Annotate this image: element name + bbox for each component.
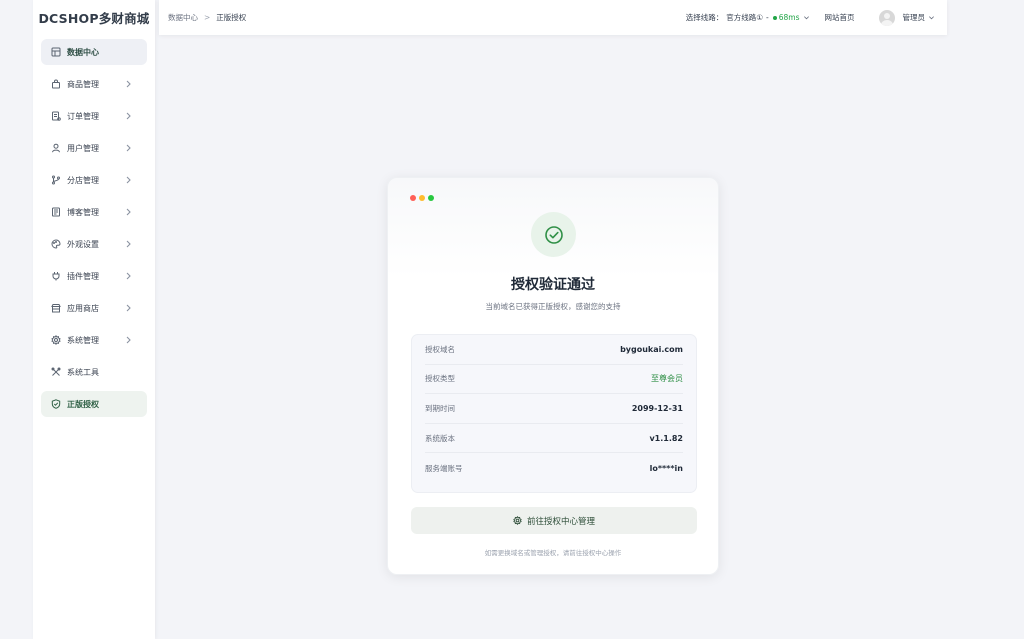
- latency-value: 68ms: [778, 13, 800, 22]
- sidebar-item-label: 外观设置: [67, 239, 99, 249]
- chevron-right-icon: [126, 144, 131, 152]
- info-label: 授权类型: [425, 374, 455, 384]
- info-value: lo****in: [649, 463, 683, 473]
- user-menu[interactable]: 管理员: [878, 9, 936, 26]
- store-icon: [50, 303, 61, 314]
- route-selector[interactable]: 官方线路① - 68ms: [726, 12, 809, 23]
- sidebar-item-label: 分店管理: [67, 175, 99, 185]
- success-badge: [531, 212, 576, 257]
- info-value: v1.1.82: [649, 433, 683, 443]
- status-dot-icon: [772, 15, 777, 20]
- info-label: 授权域名: [425, 344, 455, 354]
- info-row-account: 服务端账号 lo****in: [425, 453, 683, 483]
- license-info-table: 授权域名 bygoukai.com 授权类型 至尊会员 到期时间 2099-12…: [411, 334, 697, 493]
- avatar: [878, 9, 895, 26]
- chevron-right-icon: [126, 336, 131, 344]
- sidebar-item-label: 博客管理: [67, 207, 99, 217]
- sidebar-item-label: 用户管理: [67, 143, 99, 153]
- route-label: 选择线路：: [685, 13, 724, 22]
- sidebar-item-label: 插件管理: [67, 271, 99, 281]
- user-icon: [50, 143, 61, 154]
- breadcrumb-item-data-center[interactable]: 数据中心: [168, 12, 198, 23]
- sidebar-item-products[interactable]: 商品管理: [41, 71, 147, 97]
- gear-icon: [50, 335, 61, 346]
- window-controls: [410, 195, 437, 201]
- info-row-expiry: 到期时间 2099-12-31: [425, 394, 683, 424]
- shield-check-icon: [50, 399, 61, 410]
- chevron-right-icon: [126, 240, 131, 248]
- shopping-bag-icon: [50, 79, 61, 90]
- sidebar-item-orders[interactable]: 订单管理: [41, 103, 147, 129]
- card-title: 授权验证通过: [511, 277, 595, 293]
- sidebar-item-label: 商品管理: [67, 79, 99, 89]
- check-circle-icon: [544, 225, 563, 244]
- chevron-right-icon: [126, 176, 131, 184]
- breadcrumb-separator: >: [204, 13, 211, 22]
- user-name: 管理员: [902, 13, 926, 22]
- sidebar-item-blog[interactable]: 博客管理: [41, 199, 147, 225]
- chevron-down-icon: [929, 16, 934, 20]
- hint-text: 如需更换域名或管理授权，请前往授权中心操作: [484, 549, 622, 557]
- app-logo[interactable]: DCSHOP多财商城: [33, 0, 155, 34]
- chevron-right-icon: [126, 304, 131, 312]
- site-home-link[interactable]: 网站首页: [825, 12, 855, 23]
- sidebar-item-label: 系统工具: [67, 367, 99, 377]
- sidebar-item-data-center[interactable]: 数据中心: [41, 39, 147, 65]
- info-value: 2099-12-31: [631, 403, 683, 413]
- route-value: 官方线路①: [726, 13, 764, 22]
- info-row-type: 授权类型 至尊会员: [425, 365, 683, 395]
- sidebar-item-system[interactable]: 系统管理: [41, 327, 147, 353]
- manage-license-button[interactable]: 前往授权中心管理: [411, 507, 697, 534]
- sidebar-item-app-store[interactable]: 应用商店: [41, 295, 147, 321]
- breadcrumb: 数据中心 > 正版授权: [168, 12, 246, 23]
- top-bar: 数据中心 > 正版授权 选择线路： 官方线路① - 68ms 网站首页 管理员: [159, 0, 947, 35]
- sidebar-item-label: 数据中心: [67, 47, 99, 57]
- sidebar-item-appearance[interactable]: 外观设置: [41, 231, 147, 257]
- info-label: 到期时间: [425, 403, 455, 413]
- sidebar-item-license[interactable]: 正版授权: [41, 391, 147, 417]
- sidebar-item-plugins[interactable]: 插件管理: [41, 263, 147, 289]
- breadcrumb-item-current: 正版授权: [216, 13, 247, 22]
- sidebar-item-branches[interactable]: 分店管理: [41, 167, 147, 193]
- branch-icon: [50, 175, 61, 186]
- sidebar-item-label: 正版授权: [67, 399, 99, 409]
- sidebar-item-label: 订单管理: [67, 111, 99, 121]
- blog-icon: [50, 207, 61, 218]
- sidebar-item-tools[interactable]: 系统工具: [41, 359, 147, 385]
- chevron-down-icon: [803, 16, 809, 20]
- sidebar-item-label: 系统管理: [67, 335, 99, 345]
- tools-icon: [50, 367, 61, 378]
- chevron-right-icon: [126, 272, 131, 280]
- minimize-dot-icon: [419, 195, 425, 201]
- card-subtitle: 当前域名已获得正版授权，感谢您的支持: [485, 302, 621, 311]
- sidebar-item-label: 应用商店: [67, 303, 99, 313]
- gear-icon: [513, 516, 522, 525]
- palette-icon: [50, 239, 61, 250]
- order-icon: [50, 111, 61, 122]
- chevron-right-icon: [126, 112, 131, 120]
- manage-license-label: 前往授权中心管理: [526, 516, 595, 527]
- info-label: 服务端账号: [425, 463, 463, 473]
- sidebar-item-users[interactable]: 用户管理: [41, 135, 147, 161]
- route-dash: -: [766, 13, 769, 22]
- chevron-right-icon: [126, 80, 131, 88]
- info-row-version: 系统版本 v1.1.82: [425, 424, 683, 454]
- plug-icon: [50, 271, 61, 282]
- info-value: 至尊会员: [651, 374, 683, 384]
- license-card: 授权验证通过 当前域名已获得正版授权，感谢您的支持 授权域名 bygoukai.…: [387, 177, 719, 575]
- dashboard-icon: [50, 47, 61, 58]
- chevron-right-icon: [126, 208, 131, 216]
- maximize-dot-icon: [428, 195, 434, 201]
- sidebar: DCSHOP多财商城 数据中心 商品管理 订单管理 用户管理 分店管理 博客管理…: [33, 0, 155, 639]
- info-label: 系统版本: [425, 433, 455, 443]
- info-row-domain: 授权域名 bygoukai.com: [425, 335, 683, 365]
- info-value: bygoukai.com: [620, 344, 683, 354]
- close-dot-icon: [410, 195, 416, 201]
- sidebar-menu: 数据中心 商品管理 订单管理 用户管理 分店管理 博客管理 外观设置 插件管理 …: [33, 34, 155, 417]
- header-actions: 选择线路： 官方线路① - 68ms 网站首页 管理员: [685, 9, 947, 26]
